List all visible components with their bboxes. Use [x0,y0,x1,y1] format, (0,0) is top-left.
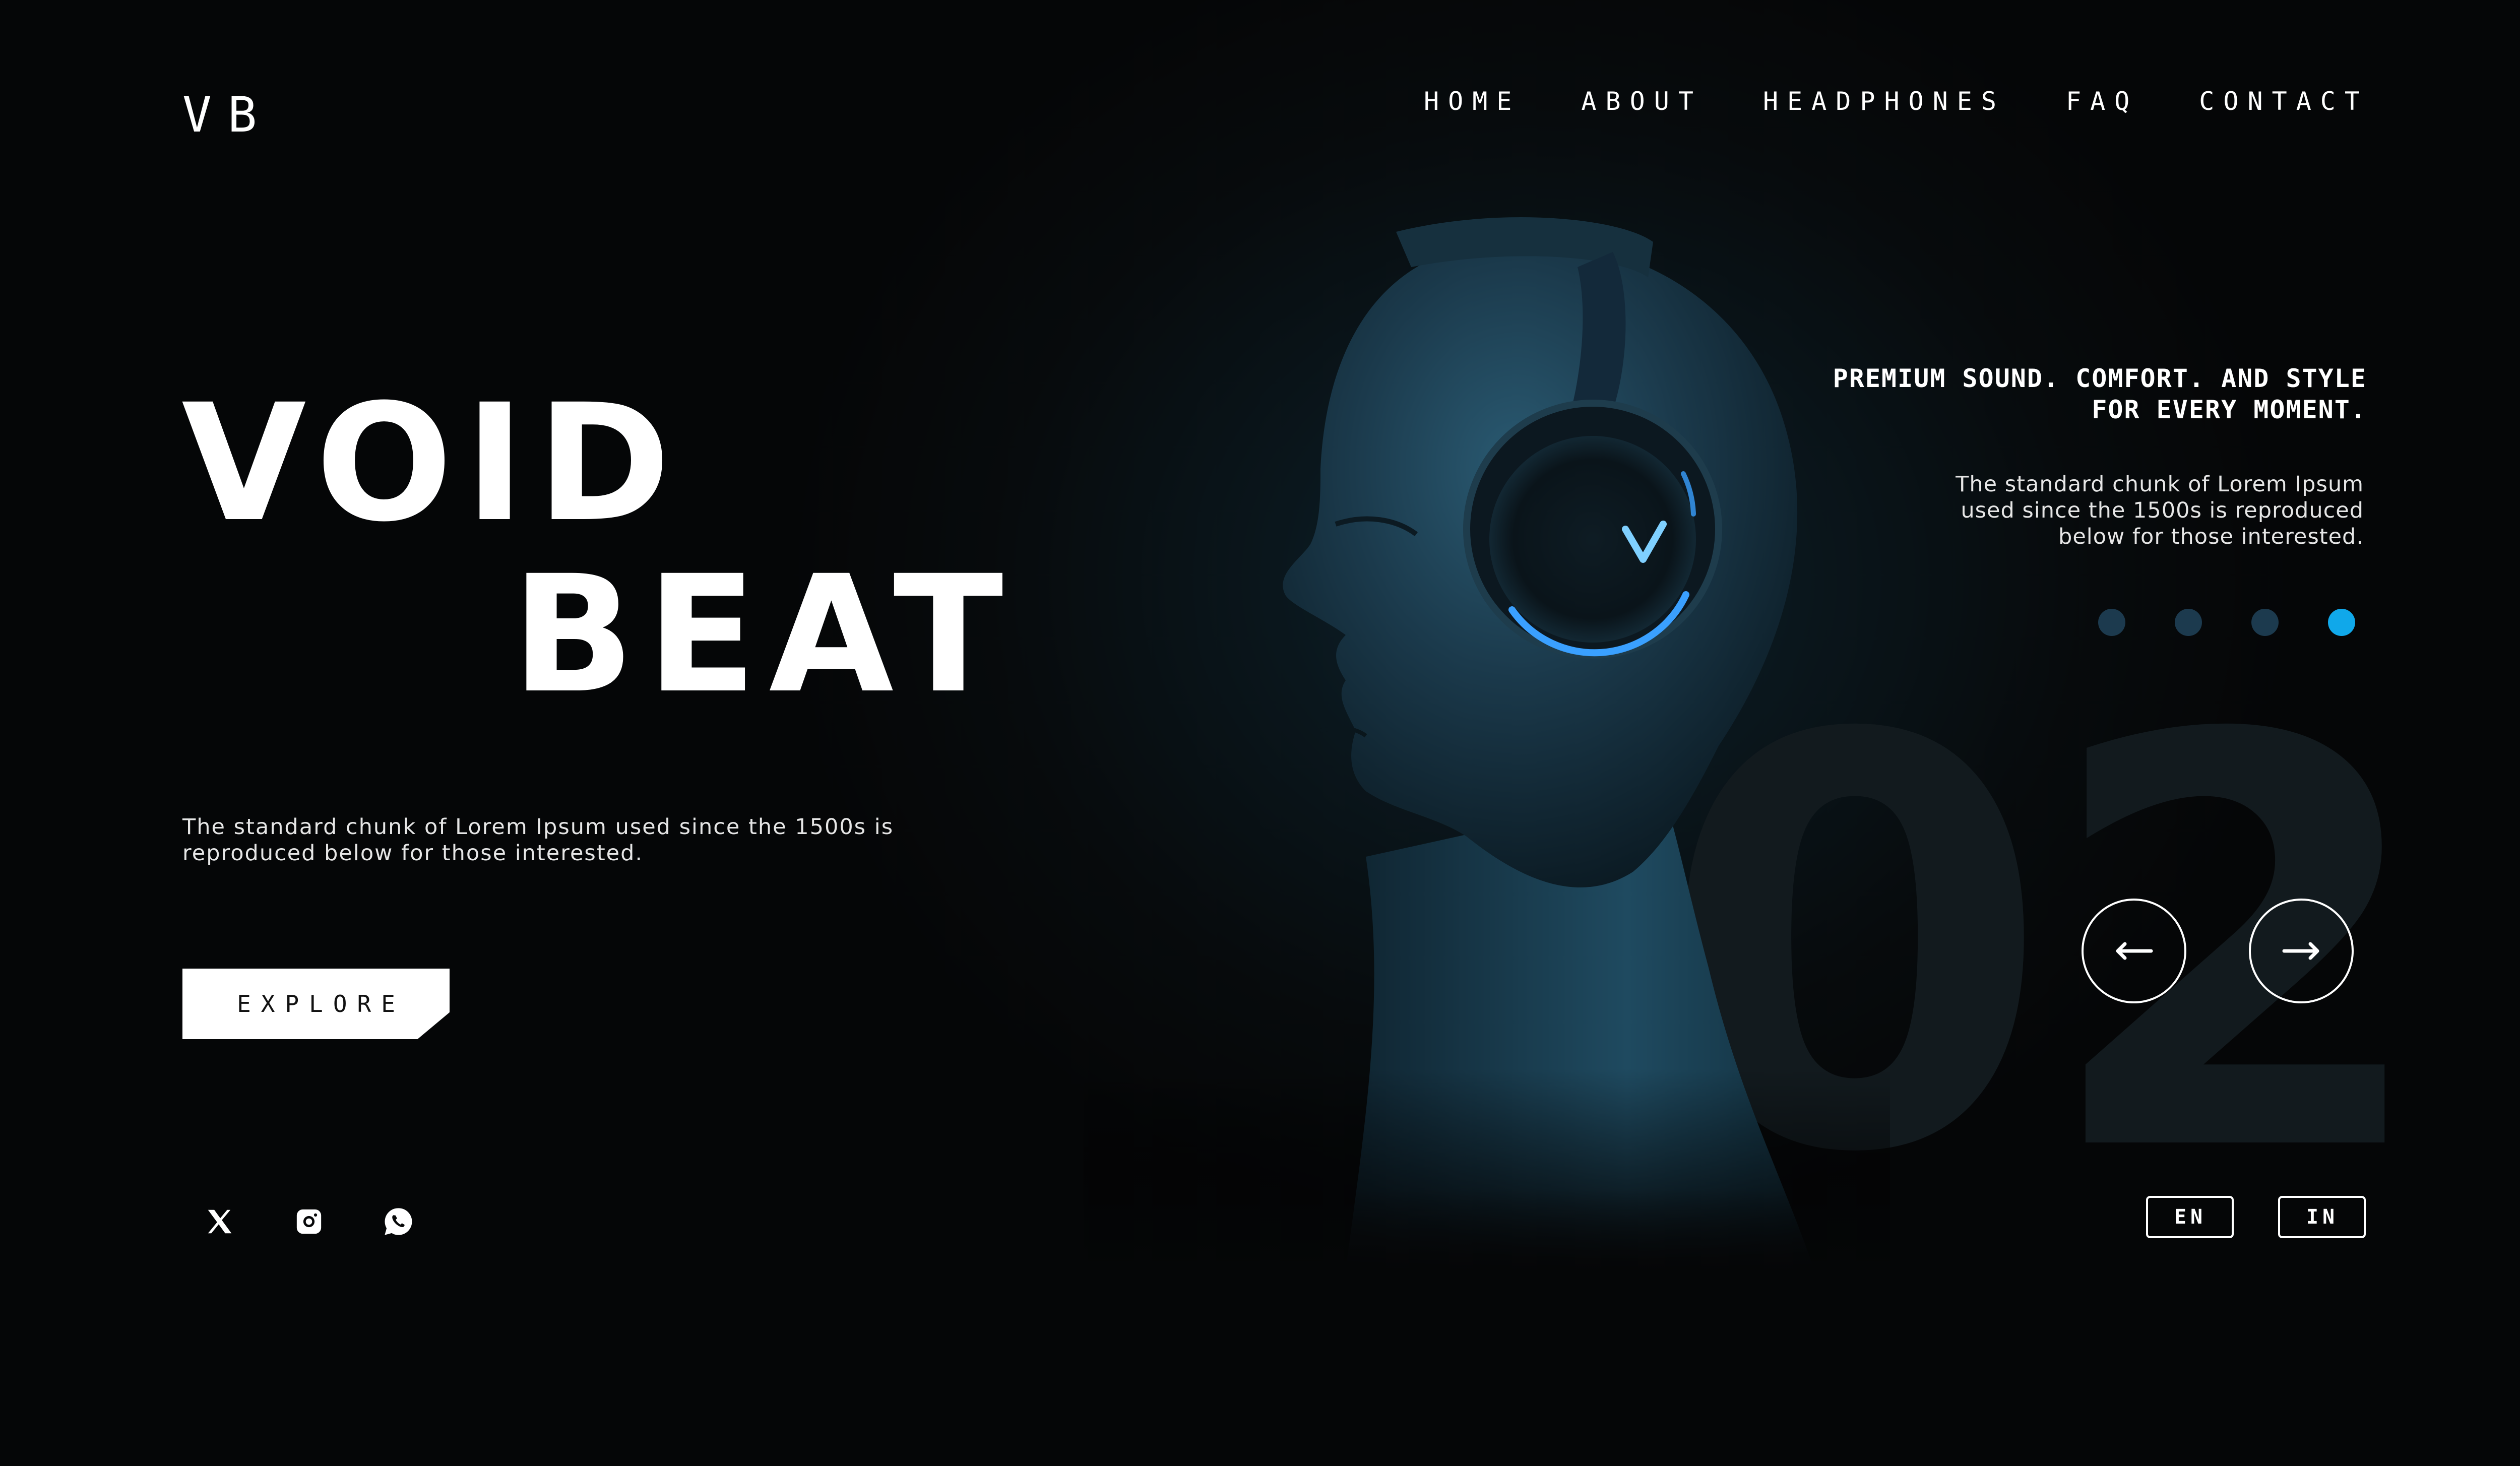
language-switcher: EN IN [2146,1196,2366,1238]
nav-item-home[interactable]: HOME [1424,87,1521,116]
instagram-icon[interactable] [291,1203,327,1240]
slider-dot-2[interactable] [2175,609,2202,636]
slider-dot-4[interactable] [2328,609,2355,636]
side-description: The standard chunk of Lorem Ipsum used s… [1956,472,2364,549]
nav-item-about[interactable]: ABOUT [1581,87,1703,116]
slider-dot-3[interactable] [2251,609,2279,636]
nav-item-contact[interactable]: CONTACT [2199,87,2369,116]
hero-title-line-1: VOID [181,370,683,557]
landing-page: 02 VB HOME ABOUT HEADPHONES FAQ CONTACT … [0,0,2520,1466]
language-in-button[interactable]: IN [2278,1196,2366,1238]
x-twitter-icon[interactable] [202,1203,238,1240]
whatsapp-icon[interactable] [380,1203,416,1240]
social-links [202,1203,416,1240]
arrow-right-icon [2282,942,2319,960]
slider-dot-1[interactable] [2098,609,2125,636]
explore-button-label: EXPLORE [237,990,405,1017]
model-with-headphones-image [1084,217,1890,1270]
slider-pagination [2098,609,2355,636]
next-slide-button[interactable] [2249,899,2354,1003]
hero-title-line-2: BEAT [512,541,1016,729]
slider-arrows [2082,899,2354,1003]
hero-description: The standard chunk of Lorem Ipsum used s… [182,814,894,866]
explore-button[interactable]: EXPLORE [182,969,450,1039]
language-en-button[interactable]: EN [2146,1196,2234,1238]
nav-item-headphones[interactable]: HEADPHONES [1763,87,2005,116]
main-nav: HOME ABOUT HEADPHONES FAQ CONTACT [1424,87,2369,116]
tagline: PREMIUM SOUND. COMFORT. AND STYLE FOR EV… [1833,364,2367,424]
prev-slide-button[interactable] [2082,899,2186,1003]
brand-logo[interactable]: VB [182,87,273,143]
arrow-left-icon [2116,942,2153,960]
nav-item-faq[interactable]: FAQ [2066,87,2138,116]
